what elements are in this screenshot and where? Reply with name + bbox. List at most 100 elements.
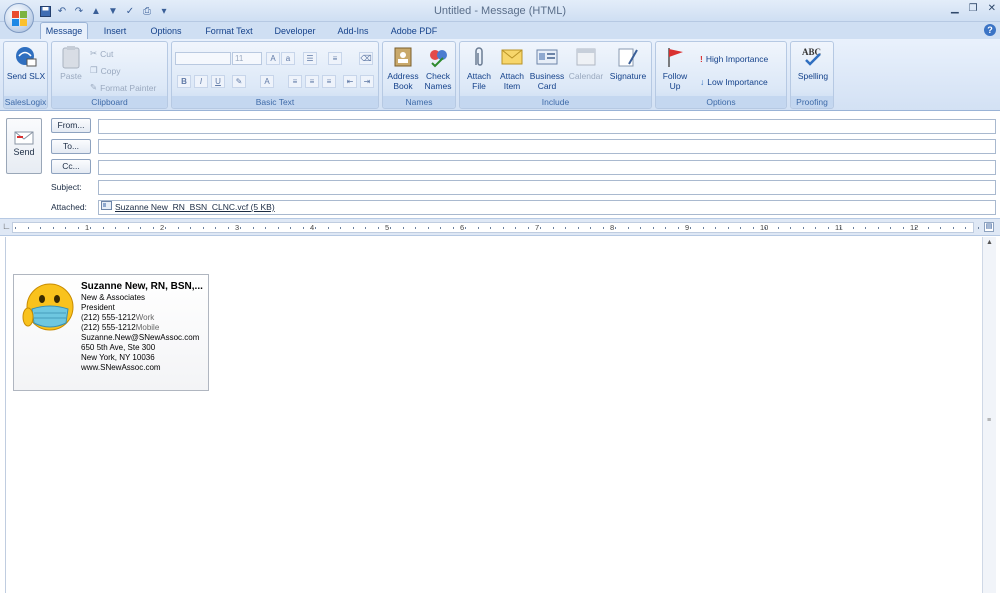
align-left-icon[interactable]: ≡	[288, 75, 302, 88]
grow-font-icon[interactable]: A	[266, 52, 280, 65]
shrink-font-icon[interactable]: a	[281, 52, 295, 65]
clear-formatting-icon[interactable]: ⌫	[359, 52, 373, 65]
group-label-include: Include	[460, 96, 651, 108]
ruler-tick	[77, 227, 79, 229]
address-book-button[interactable]: Address Book	[385, 45, 421, 91]
font-color-icon[interactable]: A	[260, 75, 274, 88]
spelling-button[interactable]: ABC Spelling	[793, 45, 833, 81]
ruler: ∟ 1 2 3 4 5 6 7 8 9 10 11 12 ▤	[0, 218, 1000, 236]
paste-button[interactable]: Paste	[55, 45, 87, 81]
format-painter-icon: ✎	[90, 82, 98, 92]
copy-button[interactable]: ❐ Copy	[90, 65, 120, 76]
view-ruler-icon[interactable]: ▤	[984, 222, 994, 232]
address-book-icon	[391, 45, 415, 69]
ruler-tick	[165, 227, 166, 229]
ruler-tick	[502, 227, 504, 229]
send-slx-button[interactable]: Send SLX	[6, 45, 46, 81]
attach-item-button[interactable]: Attach Item	[496, 45, 528, 91]
ruler-tick	[815, 227, 816, 229]
vertical-scrollbar[interactable]: ▲ ≡	[982, 237, 996, 593]
calendar-button[interactable]: Calendar	[566, 45, 606, 81]
ruler-tick	[390, 227, 391, 229]
ruler-number: 3	[235, 223, 240, 232]
ruler-tick	[177, 227, 179, 229]
numbering-icon[interactable]: ≡	[328, 52, 342, 65]
align-right-icon[interactable]: ≡	[322, 75, 336, 88]
ruler-number: 10	[760, 223, 769, 232]
attachment-link[interactable]: Suzanne New_RN_BSN_CLNC.vcf (5 KB)	[115, 201, 275, 214]
font-name-dropdown[interactable]	[175, 52, 231, 65]
to-button[interactable]: To...	[51, 139, 91, 154]
follow-up-button[interactable]: Follow Up	[658, 45, 692, 91]
business-card[interactable]: Suzanne New, RN, BSN,... New & Associate…	[13, 274, 209, 391]
help-icon[interactable]: ?	[984, 24, 996, 36]
ruler-tick	[227, 227, 229, 229]
ruler-tick	[940, 227, 941, 229]
highlight-icon[interactable]: ✎	[232, 75, 246, 88]
scroll-grip-icon[interactable]: ≡	[987, 417, 991, 424]
close-icon[interactable]: ✕	[988, 3, 996, 14]
align-center-icon[interactable]: ≡	[305, 75, 319, 88]
ruler-tick	[690, 227, 691, 229]
ruler-tick	[927, 227, 929, 229]
attach-file-button[interactable]: Attach File	[462, 45, 496, 91]
group-label-saleslogix: SalesLogix	[4, 96, 47, 108]
ruler-tick	[802, 227, 804, 229]
ruler-tick	[265, 227, 266, 229]
paste-icon	[59, 45, 83, 69]
tab-insert[interactable]: Insert	[96, 23, 134, 39]
window-title: Untitled - Message (HTML)	[433, 5, 567, 17]
card-work-phone: (212) 555-1212Work	[81, 313, 154, 322]
tab-message[interactable]: Message	[40, 22, 88, 40]
ruler-tick	[340, 227, 341, 229]
business-card-button[interactable]: Business Card	[528, 45, 566, 91]
tab-options[interactable]: Options	[144, 23, 188, 39]
ruler-tick	[790, 227, 791, 229]
to-field[interactable]	[98, 139, 996, 154]
ruler-scale[interactable]: 1 2 3 4 5 6 7 8 9 10 11 12	[12, 222, 979, 233]
cc-button[interactable]: Cc...	[51, 159, 91, 174]
office-button[interactable]	[4, 3, 34, 33]
cc-field[interactable]	[98, 160, 996, 175]
high-importance-button[interactable]: ! High Importance	[700, 54, 768, 64]
maximize-icon[interactable]: ❐	[969, 3, 978, 14]
bullets-icon[interactable]: ☰	[303, 52, 317, 65]
ruler-tick	[752, 227, 754, 229]
ruler-tick	[965, 227, 966, 229]
ruler-tick	[327, 227, 329, 229]
scroll-up-icon[interactable]: ▲	[986, 239, 993, 246]
ruler-tick	[602, 227, 604, 229]
follow-up-label: Follow Up	[662, 71, 688, 91]
from-field[interactable]	[98, 119, 996, 134]
cut-button[interactable]: ✂ Cut	[90, 48, 113, 59]
group-label-clipboard: Clipboard	[52, 96, 167, 108]
high-importance-label: High Importance	[705, 54, 769, 64]
low-importance-button[interactable]: ↓ Low Importance	[700, 77, 768, 87]
group-proofing: ABC Spelling Proofing	[790, 41, 834, 109]
tab-stop-icon[interactable]: ∟	[2, 221, 11, 233]
font-size-dropdown[interactable]: 11	[232, 52, 262, 65]
ruler-tick	[252, 227, 254, 229]
office-logo-icon	[12, 11, 27, 26]
format-painter-label: Format Painter	[100, 82, 157, 93]
underline-button[interactable]: U	[211, 75, 225, 88]
signature-button[interactable]: Signature	[606, 45, 650, 81]
ruler-tick	[777, 227, 779, 229]
italic-button[interactable]: I	[194, 75, 208, 88]
format-painter-button[interactable]: ✎ Format Painter	[90, 82, 156, 93]
attached-label: Attached:	[51, 202, 87, 212]
minimize-icon[interactable]: ▁	[951, 3, 959, 14]
from-button[interactable]: From...	[51, 118, 91, 133]
send-button[interactable]: Send	[6, 118, 42, 174]
increase-indent-icon[interactable]: ⇥	[360, 75, 374, 88]
subject-field[interactable]	[98, 180, 996, 195]
ruler-tick	[102, 227, 104, 229]
tab-developer[interactable]: Developer	[268, 23, 322, 39]
tab-adobe-pdf[interactable]: Adobe PDF	[384, 23, 444, 39]
check-names-button[interactable]: Check Names	[421, 45, 455, 91]
tab-add-ins[interactable]: Add-Ins	[330, 23, 376, 39]
ruler-tick	[427, 227, 429, 229]
tab-format-text[interactable]: Format Text	[198, 23, 260, 39]
bold-button[interactable]: B	[177, 75, 191, 88]
decrease-indent-icon[interactable]: ⇤	[343, 75, 357, 88]
